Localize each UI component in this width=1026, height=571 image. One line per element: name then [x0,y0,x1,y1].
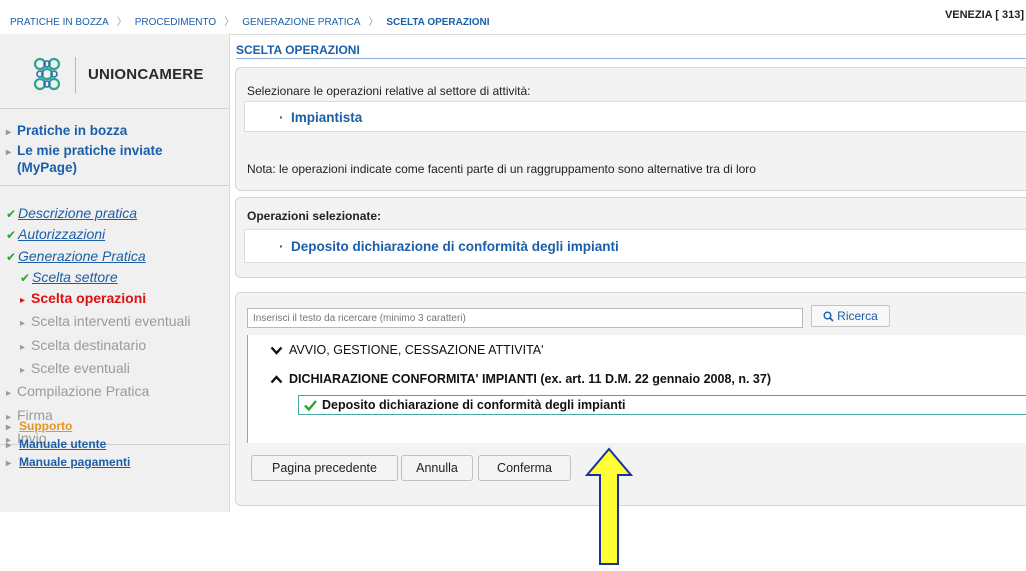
step-scelta-settore[interactable]: ✔ Scelta settore [20,267,191,288]
unioncamere-logo-icon [33,57,61,91]
step-scelta-operazioni: ▸ Scelta operazioni [20,288,191,311]
breadcrumb-procedimento[interactable]: PROCEDIMENTO [135,17,217,28]
sidebar-item-mie-pratiche-inviate[interactable]: ▸ Le mie pratiche inviate (MyPage) [6,142,217,176]
check-icon: ✔ [6,207,17,221]
triangle-right-icon: ▸ [6,440,12,451]
check-icon [304,399,317,411]
confirm-button[interactable]: Conferma [478,455,571,481]
breadcrumb-separator: 〉 [368,17,379,28]
breadcrumb-generazione-pratica[interactable]: GENERAZIONE PRATICA [242,17,360,28]
breadcrumb: PRATICHE IN BOZZA 〉 PROCEDIMENTO 〉 GENERAZIO… [10,13,490,28]
sidebar-main-nav: ▸ Pratiche in bozza ▸ Le mie pratiche invi… [6,122,217,177]
location-label: VENEZIA [ 313] [944,9,1024,21]
title-divider [236,58,1026,59]
step-scelte-eventuali: ▸ Scelte eventuali [20,358,191,381]
note-text: Nota: le operazioni indicate come facent… [247,162,756,176]
sector-panel: Selezionare le operazioni relative al se… [235,67,1026,191]
triangle-right-icon: ▸ [6,422,12,433]
wizard-steps: ✔ Descrizione pratica ✔ Autorizzazioni ✔ Ge… [6,203,191,451]
tree-leaf-deposito-dichiarazione[interactable]: Deposito dichiarazione di conformità deg… [298,395,1026,415]
tree-group-avvio-gestione[interactable]: AVVIO, GESTIONE, CESSAZIONE ATTIVITA' [270,343,544,357]
search-icon [823,311,834,322]
step-generazione-pratica[interactable]: ✔ Generazione Pratica [6,246,191,267]
sidebar-support-links: ▸ Supporto ▸ Manuale utente ▸ Manuale pagam… [6,418,130,472]
brand-name: UNIONCAMERE [88,66,204,83]
step-descrizione-pratica[interactable]: ✔ Descrizione pratica [6,203,191,224]
selected-operations-label: Operazioni selezionate: [247,209,382,223]
manuale-pagamenti-link[interactable]: ▸ Manuale pagamenti [6,454,130,472]
triangle-right-icon: ▸ [6,147,12,158]
selected-operations-panel: Operazioni selezionate: · Deposito dichi… [235,197,1026,278]
triangle-right-icon: ▸ [6,388,12,400]
triangle-right-icon: ▸ [6,458,12,469]
manuale-utente-link[interactable]: ▸ Manuale utente [6,436,130,454]
sector-item: · Impiantista [279,110,363,125]
breadcrumb-pratiche-in-bozza[interactable]: PRATICHE IN BOZZA [10,17,109,28]
sector-box: · Impiantista [244,101,1026,132]
check-icon: ✔ [6,228,17,243]
cancel-button[interactable]: Annulla [401,455,473,481]
step-autorizzazioni[interactable]: ✔ Autorizzazioni [6,224,191,245]
top-bar: PRATICHE IN BOZZA 〉 PROCEDIMENTO 〉 GENERAZIO… [0,0,1026,35]
breadcrumb-separator: 〉 [116,17,127,28]
triangle-right-icon: ▸ [20,365,26,377]
triangle-right-icon: ▸ [20,341,26,353]
triangle-right-icon: ▸ [20,295,26,307]
triangle-right-icon: ▸ [20,318,26,330]
sidebar-divider [0,108,229,109]
sidebar-divider [0,185,229,186]
selected-operations-box: · Deposito dichiarazione di conformità d… [244,229,1026,263]
tree-group-dichiarazione-conformita[interactable]: DICHIARAZIONE CONFORMITA' IMPIANTI (ex. … [270,372,771,386]
operations-tree: AVVIO, GESTIONE, CESSAZIONE ATTIVITA' DI… [247,335,1026,443]
search-button[interactable]: Ricerca [811,305,890,327]
page-title: SCELTA OPERAZIONI [236,43,360,57]
check-icon: ✔ [6,249,17,264]
step-scelta-destinatario: ▸ Scelta destinatario [20,335,191,358]
search-button-label: Ricerca [837,309,878,323]
bullet-icon: · [279,110,291,125]
breadcrumb-scelta-operazioni: SCELTA OPERAZIONI [386,17,490,28]
selected-operation-item: · Deposito dichiarazione di conformità d… [279,239,619,254]
previous-page-button[interactable]: Pagina precedente [251,455,398,481]
chevron-down-icon [270,346,283,355]
chevron-up-icon [270,374,283,384]
step-scelta-interventi: ▸ Scelta interventi eventuali [20,311,191,334]
check-icon: ✔ [20,270,31,285]
bullet-icon: · [279,239,291,254]
sidebar-item-pratiche-in-bozza[interactable]: ▸ Pratiche in bozza [6,122,217,141]
search-input[interactable] [247,308,803,328]
sidebar: UNIONCAMERE ▸ Pratiche in bozza ▸ Le mie p… [0,34,230,512]
sector-intro-text: Selezionare le operazioni relative al se… [247,84,531,98]
triangle-right-icon: ▸ [6,127,12,138]
logo-divider [75,57,76,93]
step-compilazione-pratica: ▸ Compilazione Pratica [6,381,191,404]
breadcrumb-separator: 〉 [224,17,235,28]
support-link[interactable]: ▸ Supporto [6,418,130,436]
up-arrow-annotation-icon [584,447,634,565]
